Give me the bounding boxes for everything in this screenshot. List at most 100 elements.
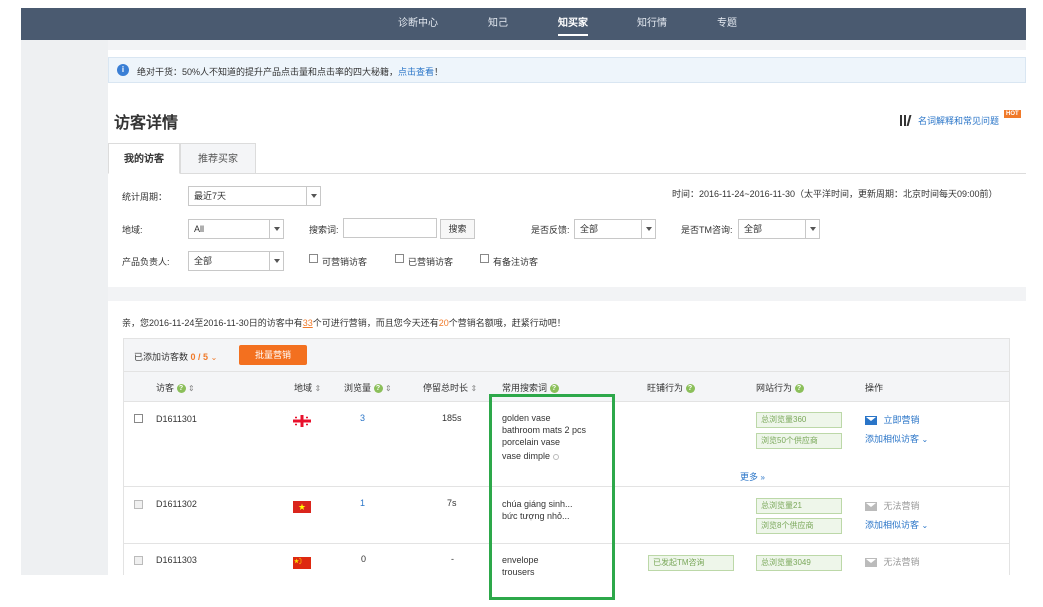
row-checkbox	[134, 556, 143, 565]
cannot-market-action: 无法营销	[865, 499, 920, 512]
header-duration-label: 停留总时长	[423, 383, 469, 393]
views-link[interactable]: 3	[360, 413, 365, 423]
visitor-id: D1611303	[156, 555, 197, 565]
mail-icon	[865, 416, 877, 426]
help-icon: ?	[549, 384, 559, 394]
nav-item-topics[interactable]: 专题	[717, 8, 737, 40]
summary-message: 亲，您2016-11-24至2016-11-30日的访客中有33个可进行营销，而…	[122, 316, 566, 329]
header-keywords-label: 常用搜索词	[502, 383, 548, 393]
owner-select-value: 全部	[194, 256, 213, 266]
summary-middle: 个可进行营销，而且您今天还有	[312, 318, 439, 328]
more-link[interactable]: 更多 »	[740, 470, 765, 483]
added-count: 0 / 5	[190, 352, 209, 362]
add-similar-label: 添加相似访客	[865, 520, 920, 530]
chevron-down-icon	[269, 252, 283, 270]
help-icon: ?	[373, 384, 383, 394]
marketable-checkbox[interactable]	[309, 254, 318, 263]
summary-prefix: 亲，您2016-11-24至2016-11-30日的访客中有	[122, 318, 303, 328]
tab-recommended-buyers[interactable]: 推荐买家	[180, 143, 256, 174]
market-now-action[interactable]: 立即营销	[865, 413, 920, 426]
chevron-down-icon: ⌄	[921, 435, 929, 444]
search-button[interactable]: 搜索	[440, 219, 475, 239]
summary-count[interactable]: 33	[303, 318, 313, 328]
header-site-label: 网站行为	[756, 383, 793, 393]
nav-item-know-self[interactable]: 知己	[488, 8, 508, 40]
owner-label: 产品负责人:	[122, 257, 170, 267]
book-icon	[900, 115, 912, 126]
duration: 7s	[447, 498, 457, 508]
added-label: 已添加访客数	[134, 352, 189, 362]
china-flag-icon	[293, 557, 311, 569]
nav-item-know-buyer-label: 知买家	[558, 18, 588, 29]
top-nav: 诊断中心 知己 知买家 知行情 专题	[21, 8, 1026, 40]
cannot-market-action: 无法营销	[865, 555, 920, 568]
sort-icon: ⇕	[470, 384, 478, 393]
marketed-checkbox-label: 已营销访客	[408, 257, 454, 267]
row-checkbox[interactable]	[134, 414, 143, 423]
site-total-views[interactable]: 总浏览量360	[756, 412, 842, 428]
nav-item-know-buyer[interactable]: 知买家	[558, 8, 588, 40]
nav-item-market[interactable]: 知行情	[637, 8, 667, 40]
summary-suffix: 个营销名额哦，赶紧行动吧！	[448, 318, 566, 328]
notice-bar: i 绝对干货：50%人不知道的提升产品点击量和点击率的四大秘籍，点击查看！	[108, 57, 1026, 83]
remark-checkbox[interactable]	[480, 254, 489, 263]
sort-icon: ⇕	[314, 384, 322, 393]
site-suppliers[interactable]: 浏览8个供应商	[756, 518, 842, 534]
batch-marketing-button[interactable]: 批量营销	[239, 345, 307, 365]
notice-text: 绝对干货：50%人不知道的提升产品点击量和点击率的四大秘籍，点击查看！	[137, 65, 443, 78]
header-region-label: 地域	[294, 383, 313, 393]
site-suppliers[interactable]: 浏览50个供应商	[756, 433, 842, 449]
header-actions: 操作	[865, 383, 884, 393]
search-input[interactable]	[343, 218, 437, 238]
tm-consult-tag[interactable]: 已发起TM咨询	[648, 555, 734, 571]
site-total-views[interactable]: 总浏览量21	[756, 498, 842, 514]
cannot-market-label: 无法营销	[883, 501, 920, 511]
help-icon: ?	[794, 384, 804, 394]
tm-label: 是否TM咨询:	[681, 225, 733, 235]
header-views-label: 浏览量	[344, 383, 372, 393]
marketed-checkbox[interactable]	[395, 254, 404, 263]
header-region[interactable]: 地域 ⇕	[294, 381, 321, 394]
help-icon: ?	[685, 384, 695, 394]
nav-item-diagnosis[interactable]: 诊断中心	[398, 8, 438, 40]
help-icon: ?	[176, 384, 186, 394]
chevron-down-icon: ⌄	[921, 521, 929, 530]
left-panel	[21, 40, 108, 607]
vietnam-flag-icon	[293, 501, 311, 513]
duration: -	[451, 554, 454, 564]
period-select-value: 最近7天	[194, 191, 227, 201]
header-visitor[interactable]: 访客 ? ⇕	[156, 381, 195, 394]
add-similar-visitor[interactable]: 添加相似访客 ⌄	[865, 432, 928, 445]
notice-suffix: ！	[434, 67, 444, 77]
add-similar-visitor[interactable]: 添加相似访客 ⌄	[865, 518, 928, 531]
tab-my-visitors[interactable]: 我的访客	[108, 143, 180, 174]
feedback-select[interactable]: 全部	[574, 219, 656, 239]
hot-badge: HOT	[1004, 110, 1021, 118]
row-checkbox	[134, 500, 143, 509]
chevron-down-icon	[306, 187, 320, 205]
header-keywords: 常用搜索词 ?	[502, 381, 559, 394]
owner-select[interactable]: 全部	[188, 251, 284, 271]
views-count: 0	[361, 554, 367, 564]
header-visitor-label: 访客	[156, 383, 175, 393]
region-label: 地域:	[122, 225, 143, 235]
help-link[interactable]: 名词解释和常见问题	[918, 114, 999, 127]
site-total-views[interactable]: 总浏览量3049	[756, 555, 842, 571]
remark-checkbox-label: 有备注访客	[493, 257, 539, 267]
chevron-down-icon[interactable]: ⌄	[211, 353, 218, 362]
tm-select-value: 全部	[744, 224, 763, 234]
period-select[interactable]: 最近7天	[188, 186, 321, 206]
table-toolbar: 已添加访客数 0 / 5 ⌄ 批量营销	[123, 338, 1010, 372]
tm-select[interactable]: 全部	[738, 219, 820, 239]
notice-link[interactable]: 点击查看	[398, 67, 434, 77]
views-link[interactable]: 1	[360, 498, 365, 508]
chevron-down-icon	[641, 220, 655, 238]
georgia-flag-icon	[293, 415, 311, 427]
marketable-checkbox-label: 可营销访客	[322, 257, 368, 267]
sort-icon: ⇕	[188, 384, 195, 393]
top-gray-band	[108, 40, 1026, 50]
header-views[interactable]: 浏览量 ? ⇕	[344, 381, 392, 394]
mail-icon	[865, 558, 877, 568]
region-select[interactable]: All	[188, 219, 284, 239]
header-duration[interactable]: 停留总时长 ⇕	[423, 381, 477, 394]
